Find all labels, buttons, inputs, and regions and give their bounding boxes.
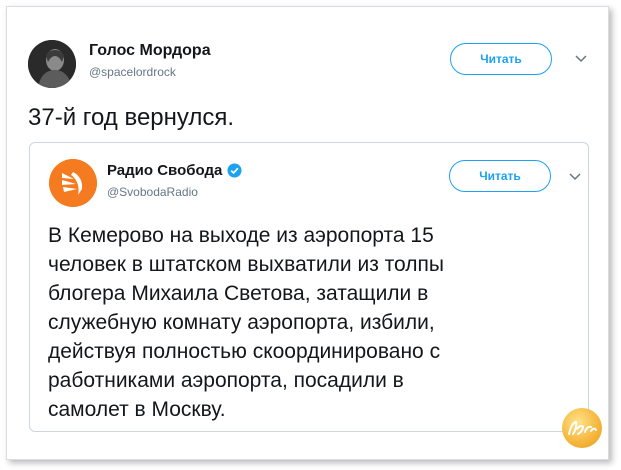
chevron-down-icon[interactable] xyxy=(575,52,587,66)
quoted-tweet-text: В Кемерово на выходе из аэропорта 15 чел… xyxy=(48,221,568,424)
quoted-text-line: блогера Михаила Светова, затащили в xyxy=(48,282,429,305)
quoted-author-name-text: Радио Свобода xyxy=(107,162,223,179)
tweet-text: 37-й год вернулся. xyxy=(28,104,235,131)
watermark-logo-icon xyxy=(562,408,602,448)
author-handle[interactable]: @spacelordrock xyxy=(89,65,176,79)
quoted-text-line: В Кемерово на выходе из аэропорта 15 xyxy=(48,224,434,247)
author-name[interactable]: Голос Мордора xyxy=(89,42,211,60)
radio-svoboda-logo-icon[interactable] xyxy=(49,159,97,207)
quoted-text-line: самолет в Москву. xyxy=(48,398,226,421)
quoted-author-handle[interactable]: @SvobodaRadio xyxy=(107,185,198,199)
quoted-tweet-card[interactable]: Радио Свобода @SvobodaRadio Читать В Кем… xyxy=(29,142,589,432)
quoted-chevron-down-icon[interactable] xyxy=(569,170,581,184)
avatar[interactable] xyxy=(28,40,76,88)
quoted-follow-button[interactable]: Читать xyxy=(449,160,551,192)
follow-button[interactable]: Читать xyxy=(450,43,552,75)
quoted-author-name[interactable]: Радио Свобода xyxy=(107,162,242,179)
quoted-text-line: работниками аэропорта, посадили в xyxy=(48,369,404,392)
quoted-text-line: человек в штатском выхватили из толпы xyxy=(48,253,444,276)
verified-badge-icon xyxy=(227,163,242,178)
quoted-text-line: служебную комнату аэропорта, избили, xyxy=(48,311,435,334)
quoted-text-line: действуя полностью скоординировано с xyxy=(48,340,441,363)
